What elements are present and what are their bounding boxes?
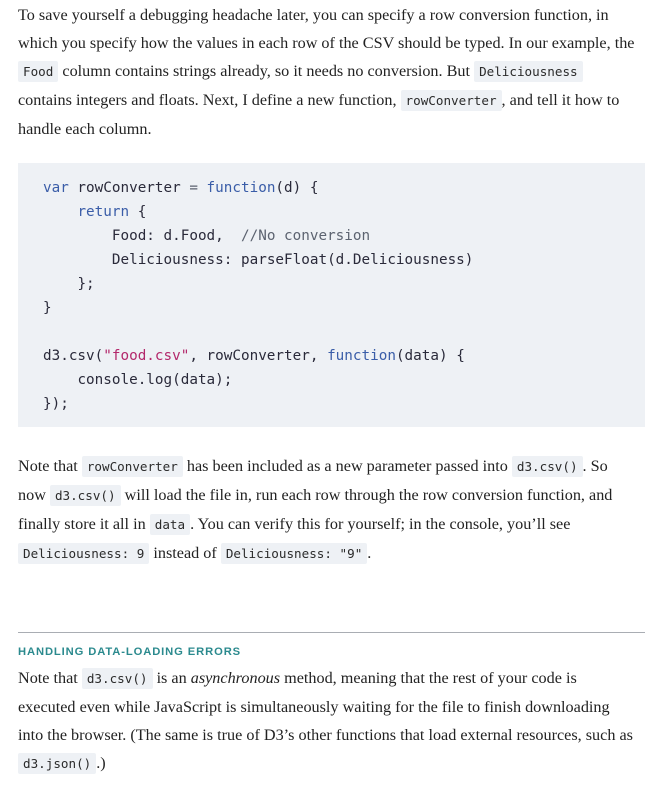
code-token: function — [327, 348, 396, 364]
code-token: Food: d.Food, — [111, 228, 241, 244]
text-run: Note that — [18, 457, 82, 475]
text-run: . You can verify this for yourself; in t… — [190, 515, 571, 533]
code-token: parseFloat(d.Deliciousness) — [241, 252, 474, 268]
inline-code-data: data — [149, 514, 191, 535]
sidebar-heading: HANDLING DATA-LOADING ERRORS — [18, 646, 242, 658]
code-token: console.log(data); — [77, 372, 233, 388]
text-run: has been included as a new parameter pas… — [182, 457, 512, 475]
code-string: "food.csv" — [103, 348, 190, 364]
code-token: }); — [43, 396, 69, 412]
note-paragraph: Note that rowConverter has been included… — [18, 452, 638, 568]
code-token: (d) { — [275, 180, 319, 196]
text-run: is an — [152, 669, 191, 687]
text-run: Note that — [18, 669, 82, 687]
text-run: To save yourself a debugging headache la… — [18, 6, 635, 52]
code-token: return — [77, 204, 130, 220]
text-run: contains integers and floats. Next, I de… — [18, 91, 401, 109]
inline-code-deliciousness: Deliciousness — [474, 61, 583, 82]
async-note-paragraph: Note that d3.csv() is an asynchronous me… — [18, 664, 638, 778]
code-token: }; — [77, 276, 95, 292]
code-token: { — [129, 204, 147, 220]
emphasis-asynchronous: asynchronous — [190, 669, 281, 687]
inline-code-d3csv: d3.csv() — [511, 456, 583, 477]
inline-code-d3json: d3.json() — [18, 753, 97, 774]
inline-code-rowconverter: rowConverter — [400, 90, 502, 111]
text-run: column contains strings already, so it n… — [58, 62, 475, 80]
code-token: , rowConverter, — [189, 348, 328, 364]
code-token: } — [43, 300, 52, 316]
code-token: function — [197, 180, 276, 196]
text-run: .) — [96, 754, 106, 772]
code-token: (data) { — [395, 348, 465, 364]
code-token: var — [43, 180, 69, 196]
section-divider — [18, 632, 645, 633]
inline-code-deliciousness-9: Deliciousness: 9 — [18, 543, 150, 564]
intro-paragraph: To save yourself a debugging headache la… — [18, 1, 638, 143]
inline-code-deliciousness-string: Deliciousness: "9" — [220, 543, 368, 564]
code-token: = — [189, 180, 198, 196]
inline-code-d3csv: d3.csv() — [81, 668, 153, 689]
inline-code-d3csv: d3.csv() — [49, 485, 121, 506]
code-token: Deliciousness: — [111, 252, 241, 268]
text-run: instead of — [149, 544, 221, 562]
code-comment: //No conversion — [241, 228, 371, 244]
inline-code-food: Food — [18, 61, 59, 82]
code-listing: var rowConverter = function(d) { return … — [43, 176, 473, 416]
text-run: . — [367, 544, 372, 562]
inline-code-rowconverter: rowConverter — [81, 456, 183, 477]
code-block: var rowConverter = function(d) { return … — [18, 163, 645, 427]
code-token: rowConverter — [68, 180, 190, 196]
code-token: d3.csv( — [43, 348, 104, 364]
